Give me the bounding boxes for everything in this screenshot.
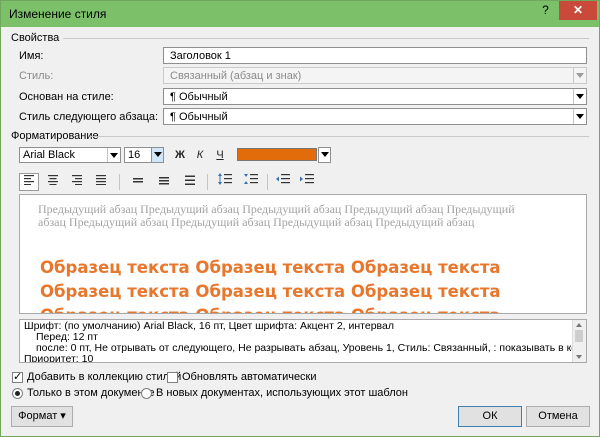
format-button[interactable]: Формат ▾	[11, 406, 73, 427]
auto-update-checkbox[interactable]	[167, 372, 178, 383]
properties-group-label: Свойства	[11, 32, 60, 44]
based-on-label: Основан на стиле:	[19, 91, 114, 103]
font-color-dropdown[interactable]	[318, 147, 331, 163]
increase-indent-icon[interactable]	[297, 173, 317, 191]
this-document-radio[interactable]	[12, 388, 23, 399]
toolbar-separator	[267, 174, 268, 190]
scroll-up-icon[interactable]	[576, 323, 582, 327]
help-button[interactable]: ?	[533, 1, 558, 20]
name-value: Заголовок 1	[170, 50, 231, 62]
description-line: после: 0 пт, Не отрывать от следующего, …	[36, 343, 572, 354]
font-select[interactable]: Arial Black	[19, 147, 121, 163]
decrease-indent-icon[interactable]	[273, 173, 293, 191]
scroll-thumb[interactable]	[575, 330, 583, 342]
style-description: Шрифт: (по умолчанию) Arial Black, 16 пт…	[19, 319, 587, 363]
decrease-spacing-icon[interactable]	[241, 173, 261, 191]
font-color-swatch[interactable]	[237, 148, 317, 161]
sample-text-line: Образец текста Образец текста Образец те…	[40, 258, 501, 277]
formatting-group-label: Форматирование	[11, 130, 99, 142]
chevron-down-icon[interactable]	[107, 148, 120, 162]
properties-divider	[63, 38, 589, 39]
chevron-down-icon[interactable]	[573, 89, 586, 104]
increase-spacing-icon[interactable]	[215, 173, 235, 191]
sample-text-line: Образец текста Образец текста Образец те…	[40, 306, 580, 313]
formatting-divider	[91, 136, 589, 137]
add-to-gallery-label[interactable]: Добавить в коллекцию стилей	[27, 371, 181, 383]
double-spacing-icon[interactable]	[180, 173, 200, 191]
style-type-select: Связанный (абзац и знак)	[163, 67, 587, 84]
title-bar[interactable]: Изменение стиля ? ✕	[1, 1, 599, 27]
previous-paragraph-text: Предыдущий абзац Предыдущий абзац Предыд…	[38, 202, 515, 229]
chevron-down-icon[interactable]	[573, 109, 586, 124]
name-field[interactable]: Заголовок 1	[163, 47, 587, 64]
style-type-label: Стиль:	[19, 70, 54, 82]
name-label: Имя:	[19, 50, 44, 62]
this-document-label[interactable]: Только в этом документе	[27, 387, 155, 399]
font-size-value: 16	[128, 149, 141, 161]
auto-update-label[interactable]: Обновлять автоматически	[182, 371, 317, 383]
cancel-button[interactable]: Отмена	[526, 406, 590, 427]
underline-button[interactable]: Ч	[210, 146, 230, 164]
close-button[interactable]: ✕	[559, 1, 597, 20]
next-style-value: ¶ Обычный	[170, 111, 228, 123]
next-style-label: Стиль следующего абзаца:	[19, 111, 159, 123]
description-line: Шрифт: (по умолчанию) Arial Black, 16 пт…	[24, 321, 394, 332]
style-preview: Предыдущий абзац Предыдущий абзац Предыд…	[19, 194, 587, 314]
chevron-down-icon[interactable]	[151, 148, 163, 162]
justify-icon[interactable]	[91, 173, 111, 191]
scroll-down-icon[interactable]	[576, 355, 582, 359]
new-documents-radio[interactable]	[141, 388, 152, 399]
align-center-icon[interactable]	[43, 173, 63, 191]
font-size-select[interactable]: 16	[124, 147, 164, 163]
description-line: Приоритет: 10	[24, 354, 94, 363]
description-line: Перед: 12 пт	[36, 332, 98, 343]
description-scrollbar[interactable]	[572, 320, 586, 362]
font-value: Arial Black	[23, 149, 75, 161]
style-type-value: Связанный (абзац и знак)	[170, 70, 302, 82]
single-spacing-icon[interactable]	[128, 173, 148, 191]
sample-text-line: Образец текста Образец текста Образец те…	[40, 282, 501, 301]
next-style-select[interactable]: ¶ Обычный	[163, 108, 587, 125]
dialog-title: Изменение стиля	[9, 7, 107, 21]
bold-button[interactable]: Ж	[170, 146, 190, 164]
italic-button[interactable]: К	[190, 146, 210, 164]
toolbar-separator	[119, 174, 120, 190]
chevron-down-icon	[573, 68, 586, 83]
toolbar-separator	[207, 174, 208, 190]
align-right-icon[interactable]	[67, 173, 87, 191]
description-text: Шрифт: (по умолчанию) Arial Black, 16 пт…	[24, 321, 572, 363]
new-documents-label[interactable]: В новых документах, использующих этот ша…	[156, 387, 408, 399]
ok-button[interactable]: ОК	[458, 406, 522, 427]
based-on-select[interactable]: ¶ Обычный	[163, 88, 587, 105]
one-half-spacing-icon[interactable]	[154, 173, 174, 191]
add-to-gallery-checkbox[interactable]	[12, 370, 23, 383]
based-on-value: ¶ Обычный	[170, 91, 228, 103]
modify-style-dialog: Изменение стиля ? ✕ Свойства Имя: Заголо…	[0, 0, 600, 437]
align-left-icon[interactable]	[19, 173, 39, 191]
